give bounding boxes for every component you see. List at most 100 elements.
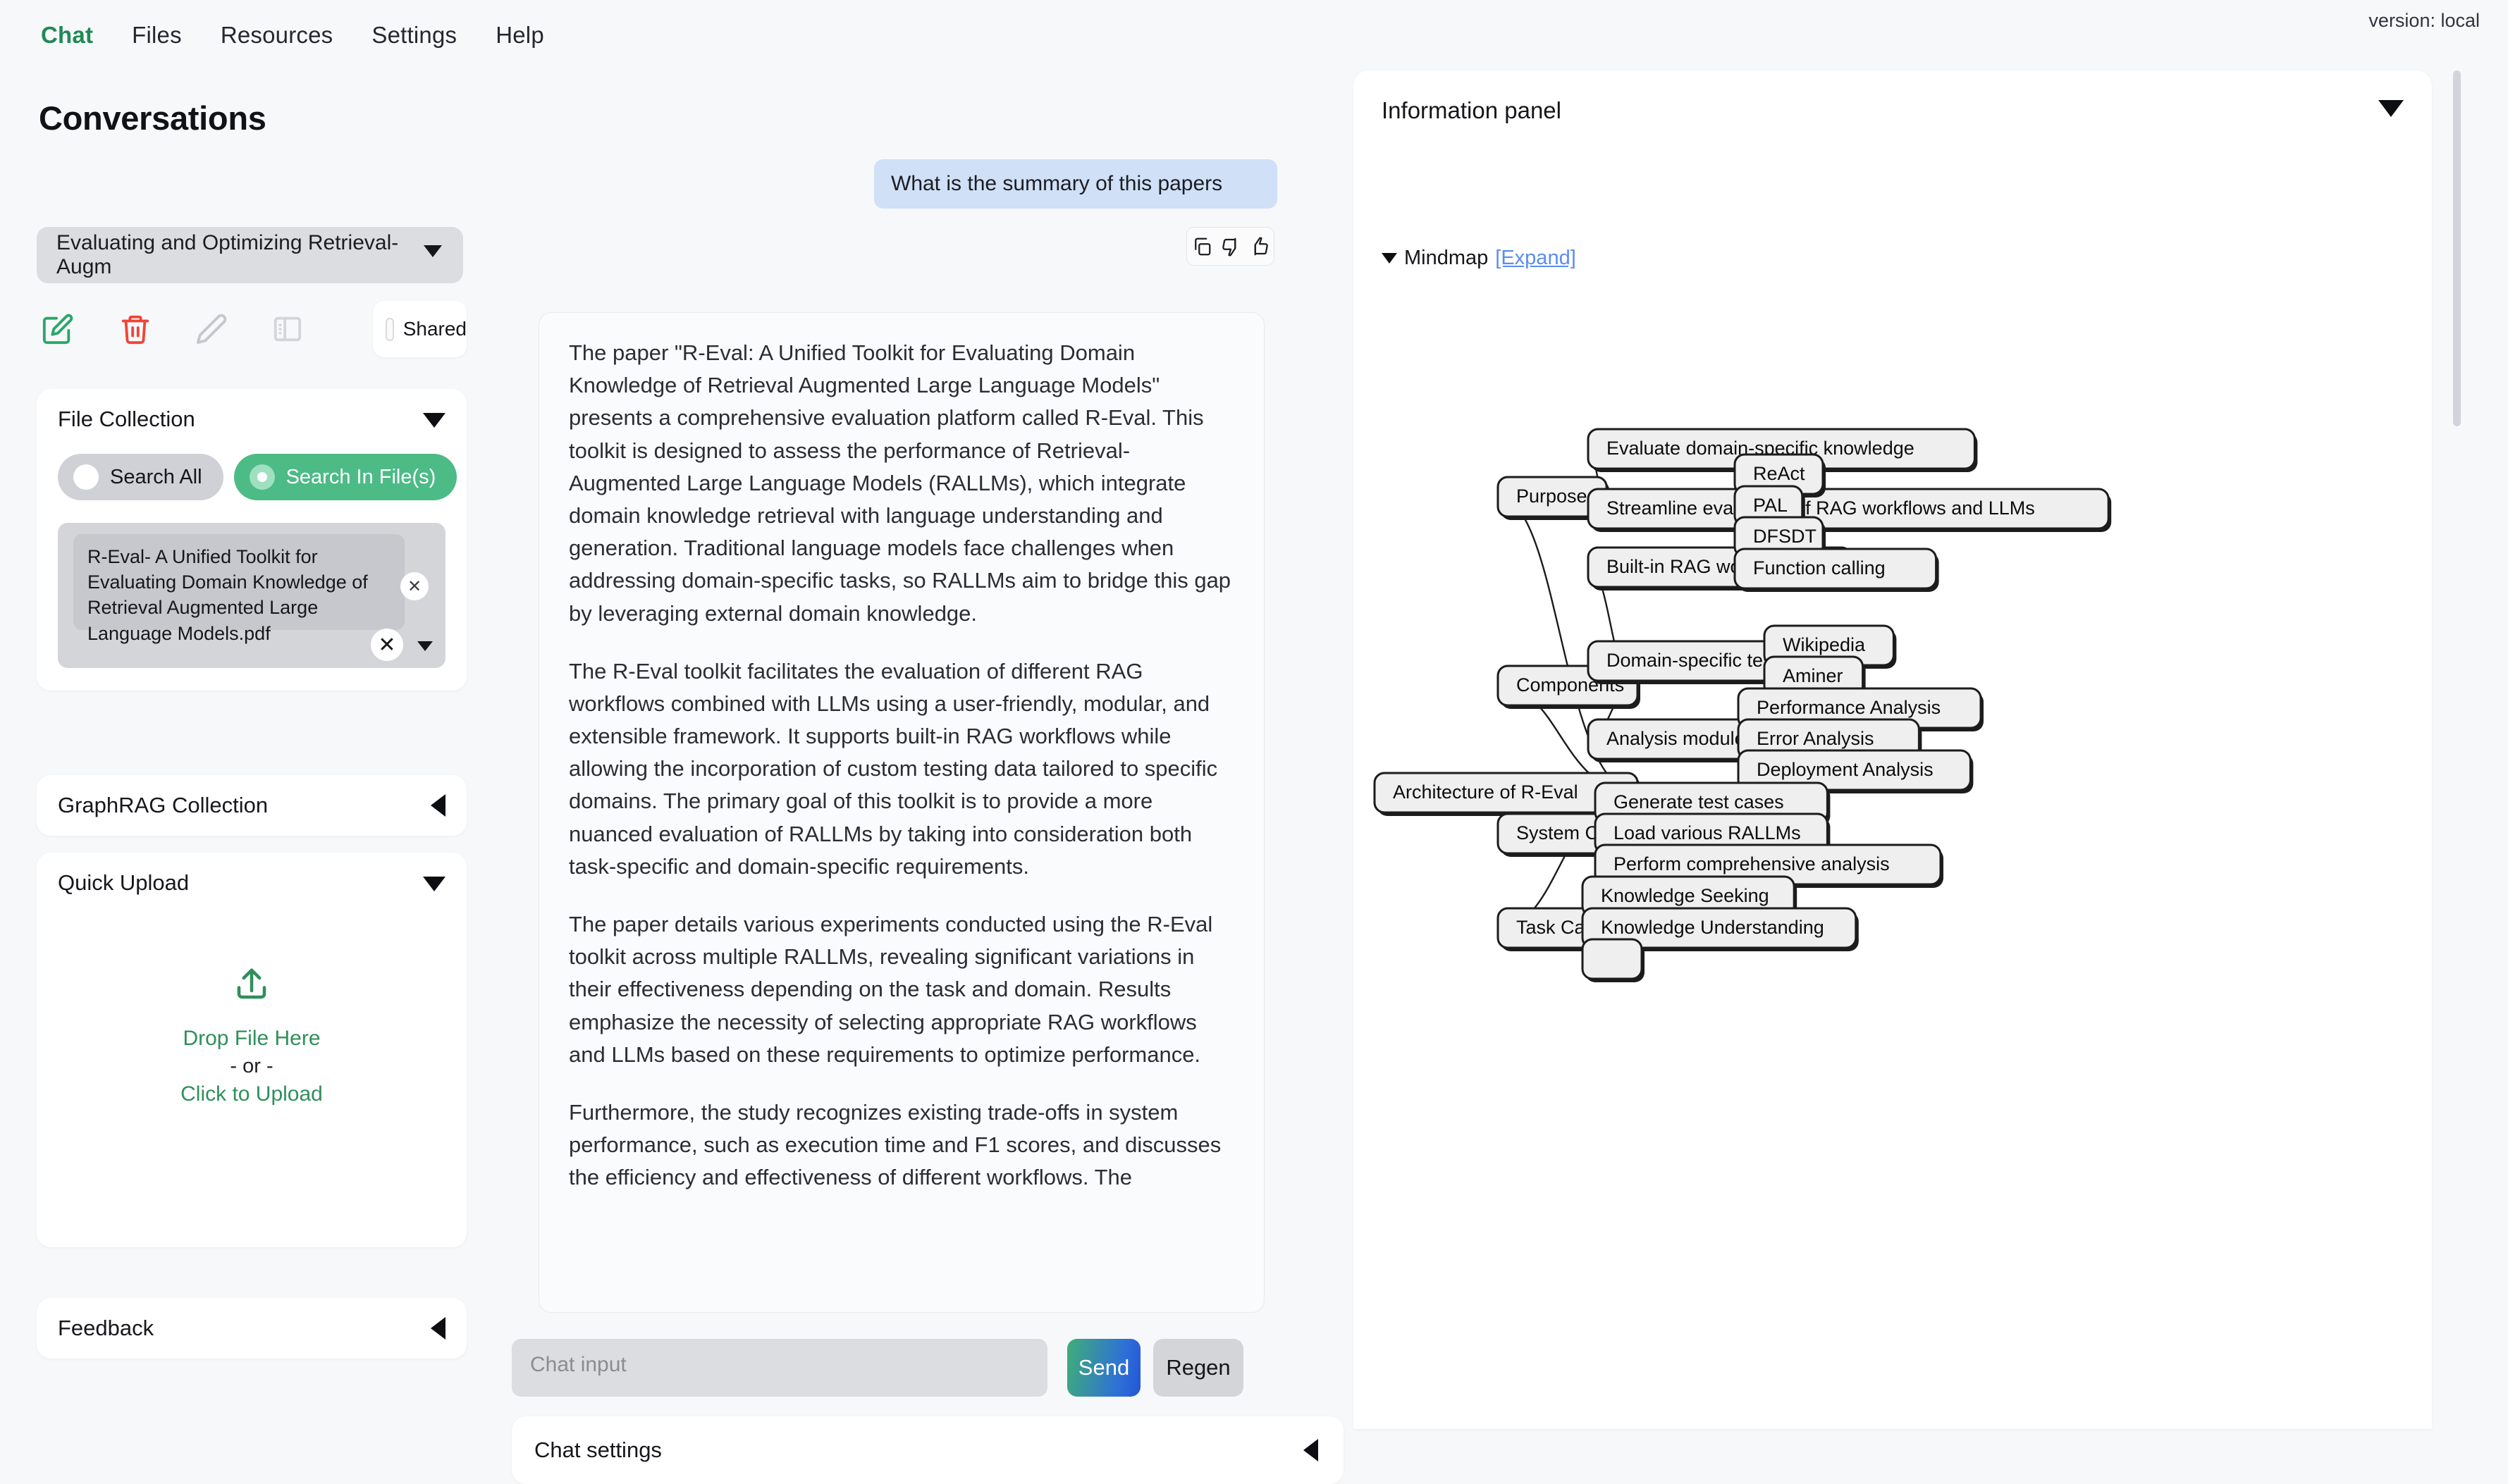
send-button[interactable]: Send (1067, 1339, 1141, 1397)
mindmap-label: Mindmap (1404, 247, 1488, 270)
chevron-left-icon (431, 1317, 445, 1340)
mindmap-diagram[interactable]: Architecture of R-EvalPurposeEvaluate do… (1353, 282, 2432, 1429)
nav-item-help[interactable]: Help (496, 22, 544, 49)
message-actions-group (1186, 227, 1274, 266)
mindmap-node[interactable] (1582, 939, 1642, 979)
rename-conversation-icon[interactable] (190, 307, 233, 352)
user-message-text: What is the summary of this papers (891, 172, 1222, 196)
conversation-select-value: Evaluating and Optimizing Retrieval-Augm (56, 231, 443, 279)
chevron-down-icon (1382, 253, 1397, 264)
mindmap-node-label: Error Analysis (1757, 728, 1874, 749)
nav-item-settings[interactable]: Settings (371, 22, 457, 49)
page-title: Conversations (39, 99, 266, 137)
info-panel-scrollbar[interactable] (2453, 70, 2461, 1429)
nav-item-files[interactable]: Files (132, 22, 182, 49)
radio-indicator-on (250, 464, 275, 490)
click-to-upload-label[interactable]: Click to Upload (180, 1082, 323, 1106)
mindmap-node-label: Knowledge Understanding (1601, 917, 1824, 938)
information-panel: Information panel Mindmap [Expand] Archi… (1353, 70, 2432, 1429)
radio-search-in-files[interactable]: Search In File(s) (234, 454, 457, 500)
regenerate-button[interactable]: Regen (1153, 1339, 1243, 1397)
mindmap-expand-link[interactable]: [Expand] (1495, 247, 1575, 270)
chat-settings-header[interactable]: Chat settings (512, 1416, 1344, 1484)
conversation-toolbar: Shared (37, 307, 467, 363)
drop-file-label: Drop File Here (183, 1027, 320, 1051)
feedback-title: Feedback (58, 1316, 154, 1341)
new-conversation-icon[interactable] (37, 307, 79, 352)
feedback-header[interactable]: Feedback (37, 1298, 467, 1359)
quick-upload-panel: Quick Upload Drop File Here - or - Click… (37, 853, 467, 1247)
assistant-paragraph: Furthermore, the study recognizes existi… (569, 1096, 1234, 1194)
graphrag-collection-title: GraphRAG Collection (58, 793, 268, 818)
chat-settings-label: Chat settings (534, 1437, 662, 1463)
chevron-down-icon (424, 245, 442, 257)
mindmap-nodes: Architecture of R-EvalPurposeEvaluate do… (1375, 429, 2111, 982)
split-panel-icon[interactable] (266, 307, 309, 352)
shared-checkbox[interactable]: Shared (373, 301, 467, 357)
graphrag-collection-panel: GraphRAG Collection (37, 775, 467, 836)
radio-search-all-label: Search All (110, 466, 202, 489)
assistant-paragraph: The R-Eval toolkit facilitates the evalu… (569, 655, 1234, 883)
upload-icon (233, 965, 271, 1007)
remove-file-icon[interactable]: ✕ (400, 572, 429, 600)
chat-column: What is the summary of this papers The p… (493, 70, 1353, 1429)
mindmap-node-label: ReAct (1753, 463, 1805, 484)
mindmap-node-label: Streamline evaluation of RAG workflows a… (1606, 497, 2035, 519)
user-message-bubble: What is the summary of this papers (874, 159, 1277, 209)
chevron-down-icon[interactable] (417, 641, 433, 651)
file-collection-title: File Collection (58, 407, 195, 432)
top-navigation-bar: Chat Files Resources Settings Help versi… (0, 0, 2508, 70)
mindmap-node-label: Purpose (1516, 486, 1587, 507)
mindmap-node-label: Wikipedia (1783, 634, 1866, 655)
file-chip[interactable]: R-Eval- A Unified Toolkit for Evaluating… (73, 534, 405, 630)
shared-label: Shared (403, 318, 467, 340)
mindmap-node-label: Performance Analysis (1757, 697, 1941, 718)
nav-item-chat[interactable]: Chat (41, 22, 93, 49)
radio-search-all[interactable]: Search All (58, 454, 223, 500)
search-mode-radio-group: Search All Search In File(s) (58, 454, 457, 500)
radio-search-in-files-label: Search In File(s) (286, 466, 436, 489)
chevron-left-icon (431, 794, 445, 817)
file-collection-header[interactable]: File Collection (37, 389, 467, 450)
chevron-down-icon (423, 413, 445, 428)
file-collection-panel: File Collection Search All Search In Fil… (37, 389, 467, 691)
chevron-down-icon[interactable] (2378, 100, 2404, 117)
mindmap-node-label: Aminer (1783, 665, 1843, 686)
conversation-select[interactable]: Evaluating and Optimizing Retrieval-Augm (37, 227, 463, 283)
thumbs-down-icon[interactable] (1220, 236, 1241, 257)
chevron-down-icon (423, 877, 445, 891)
graphrag-collection-header[interactable]: GraphRAG Collection (37, 775, 467, 836)
left-sidebar: Conversations Evaluating and Optimizing … (0, 70, 493, 1429)
scrollbar-thumb[interactable] (2453, 70, 2461, 426)
mindmap-node-label: Perform comprehensive analysis (1613, 853, 1890, 874)
information-panel-title: Information panel (1382, 97, 1561, 124)
version-label: version: local (2368, 10, 2480, 32)
mindmap-node-label: Knowledge Seeking (1601, 885, 1769, 906)
mindmap-node-label: DFSDT (1753, 526, 1817, 547)
clear-all-files-icon[interactable]: ✕ (371, 629, 403, 661)
mindmap-node-label: Architecture of R-Eval (1393, 781, 1578, 803)
assistant-paragraph: The paper details various experiments co… (569, 908, 1234, 1071)
chat-input[interactable] (512, 1339, 1047, 1397)
mindmap-header[interactable]: Mindmap [Expand] (1382, 247, 1576, 270)
mindmap-node-label: Generate test cases (1613, 791, 1784, 812)
quick-upload-title: Quick Upload (58, 870, 189, 896)
delete-conversation-icon[interactable] (114, 307, 156, 352)
thumbs-up-icon[interactable] (1249, 236, 1270, 257)
selected-files-listbox[interactable]: R-Eval- A Unified Toolkit for Evaluating… (58, 523, 445, 668)
mindmap-node-label: Load various RALLMs (1613, 822, 1801, 843)
quick-upload-header[interactable]: Quick Upload (37, 853, 467, 913)
assistant-message-card: The paper "R-Eval: A Unified Toolkit for… (539, 312, 1265, 1313)
copy-icon[interactable] (1191, 236, 1212, 257)
chat-input-row: Send Regen (512, 1339, 1344, 1402)
checkbox-box (386, 318, 394, 341)
feedback-panel: Feedback (37, 1298, 467, 1359)
mindmap-node-label: PAL (1753, 495, 1788, 516)
file-chip-label: R-Eval- A Unified Toolkit for Evaluating… (87, 546, 368, 644)
chevron-left-icon (1303, 1439, 1318, 1461)
or-label: - or - (230, 1055, 273, 1078)
mindmap-node-label: Deployment Analysis (1757, 759, 1934, 780)
file-dropzone[interactable]: Drop File Here - or - Click to Upload (37, 965, 467, 1106)
right-column: Information panel Mindmap [Expand] Archi… (1353, 70, 2508, 1429)
nav-item-resources[interactable]: Resources (221, 22, 333, 49)
